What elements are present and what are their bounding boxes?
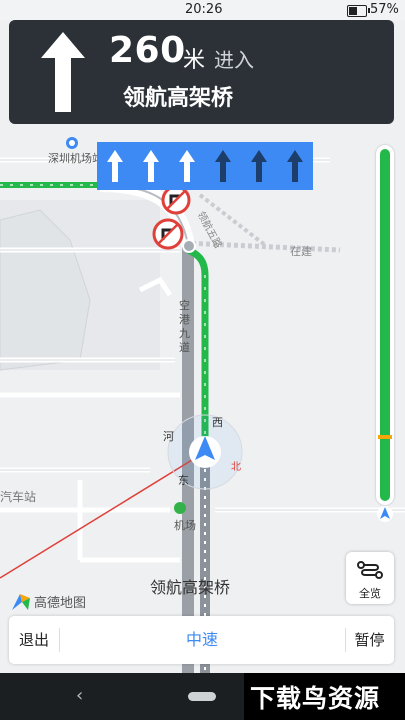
route-progress-bar — [376, 145, 394, 505]
map-label-east: 东 — [178, 474, 189, 487]
battery-percent: 57% — [370, 2, 399, 17]
car-position-icon — [377, 506, 393, 522]
guidance-card[interactable]: 260 米 进入 领航高架桥 — [9, 20, 394, 124]
amap-logo-icon — [12, 594, 30, 610]
exit-button[interactable]: 退出 — [9, 616, 59, 664]
map-label-airport-station: 深圳机场站 — [48, 152, 103, 165]
congestion-marker — [378, 435, 392, 439]
nav-control-bar: 退出 中速 暂停 — [9, 616, 394, 664]
lane-straight-icon — [107, 150, 123, 182]
overview-label: 全览 — [359, 587, 381, 600]
lane-straight-icon — [143, 150, 159, 182]
current-road-label: 领航高架桥 — [150, 578, 231, 597]
straight-arrow-icon — [41, 32, 85, 112]
lane-guidance — [97, 142, 313, 190]
guidance-unit: 米 — [183, 48, 206, 73]
map-label-kg-road: 空港九道 — [179, 299, 190, 354]
no-turn-sign-icon — [152, 218, 184, 250]
map-label-north: 北 — [231, 462, 241, 473]
brand-name: 高德地图 — [34, 596, 87, 611]
map-label-construction: 在建 — [290, 245, 312, 258]
lane-straight-icon — [179, 150, 195, 182]
battery-icon — [347, 5, 370, 17]
pause-button[interactable]: 暂停 — [345, 616, 394, 664]
route-progress-track — [380, 149, 390, 501]
home-icon[interactable] — [188, 692, 216, 701]
watermark-text: 下载鸟资源 — [250, 684, 381, 713]
watermark: 下载鸟资源 — [244, 673, 405, 720]
lane-straight-icon — [287, 150, 303, 182]
status-time: 20:26 — [185, 2, 223, 17]
back-icon[interactable]: ‹ — [76, 685, 83, 706]
guidance-action: 进入 — [214, 48, 254, 72]
status-bar: 20:26 57% — [0, 0, 405, 20]
map-label-bus-station: 汽车站 — [0, 490, 37, 504]
lane-straight-icon — [251, 150, 267, 182]
overview-button[interactable]: 全览 — [346, 552, 394, 604]
map-label-airport: 机场 — [174, 519, 196, 532]
map-label-river: 河 — [163, 430, 174, 443]
route-overview-icon — [357, 561, 383, 579]
map-label-west: 西 — [212, 416, 223, 429]
no-turn-sign-icon — [161, 185, 191, 215]
lane-straight-icon — [215, 150, 231, 182]
speed-mode-button[interactable]: 中速 — [59, 616, 345, 664]
guidance-distance: 260 — [109, 30, 186, 71]
guidance-road: 领航高架桥 — [123, 86, 234, 111]
